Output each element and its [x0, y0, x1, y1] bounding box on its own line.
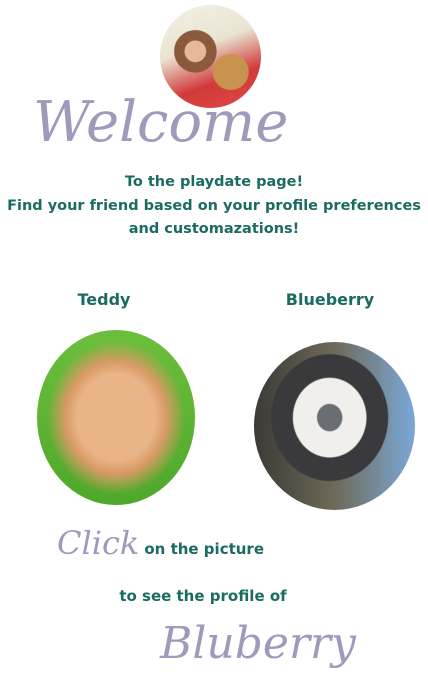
click-word: Click — [57, 524, 140, 562]
intro-line: Find your friend based on your profile p… — [7, 197, 421, 214]
welcome-title: Welcome — [33, 90, 289, 155]
click-instruction: Click on the picture — [57, 524, 264, 562]
profile-instruction: to see the profile of — [119, 587, 287, 605]
intro-text: To the playdate page! Find your friend b… — [0, 171, 428, 242]
dog-name-teddy: Teddy — [77, 290, 131, 309]
blueberry-photo[interactable] — [254, 342, 415, 510]
intro-line: To the playdate page! — [124, 174, 304, 190]
click-rest: on the picture — [144, 540, 265, 558]
teddy-photo[interactable] — [37, 330, 195, 505]
dog-name-blueberry: Blueberry — [285, 290, 375, 309]
intro-line: and customazations! — [128, 221, 300, 237]
featured-dog-name: Bluberry — [160, 618, 356, 669]
